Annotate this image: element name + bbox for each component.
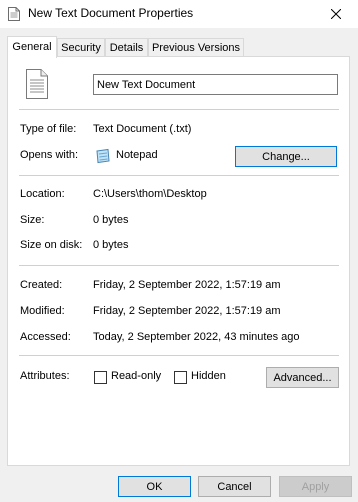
- close-button[interactable]: [314, 0, 358, 28]
- close-icon: [331, 9, 341, 19]
- text-file-icon: [26, 69, 48, 99]
- modified-value: Friday, 2 September 2022, 1:57:19 am: [93, 305, 281, 317]
- cancel-button[interactable]: Cancel: [198, 476, 271, 497]
- accessed-value: Today, 2 September 2022, 43 minutes ago: [93, 331, 300, 343]
- read-only-label[interactable]: Read-only: [111, 370, 161, 382]
- advanced-button[interactable]: Advanced...: [266, 367, 339, 388]
- tab-details[interactable]: Details: [105, 38, 148, 56]
- window-title: New Text Document Properties: [28, 6, 194, 20]
- modified-label: Modified:: [20, 305, 65, 317]
- separator: [19, 109, 339, 110]
- general-tab-panel: Type of file: Text Document (.txt) Opens…: [7, 56, 350, 466]
- change-button[interactable]: Change...: [235, 146, 337, 167]
- properties-dialog: New Text Document Properties General Sec…: [0, 0, 358, 502]
- size-label: Size:: [20, 214, 45, 226]
- apply-button[interactable]: Apply: [279, 476, 352, 497]
- separator: [19, 355, 339, 356]
- title-bar[interactable]: New Text Document Properties: [0, 0, 358, 28]
- hidden-label[interactable]: Hidden: [191, 370, 226, 382]
- separator: [19, 175, 339, 176]
- type-of-file-label: Type of file:: [20, 123, 77, 135]
- location-label: Location:: [20, 188, 65, 200]
- type-of-file-value: Text Document (.txt): [93, 123, 192, 135]
- size-on-disk-label: Size on disk:: [20, 239, 83, 251]
- tab-previous-versions[interactable]: Previous Versions: [148, 38, 244, 56]
- ok-button[interactable]: OK: [118, 476, 191, 497]
- size-value: 0 bytes: [93, 214, 129, 226]
- notepad-icon: [96, 148, 110, 164]
- file-name-input[interactable]: [93, 74, 338, 95]
- tab-general[interactable]: General: [7, 36, 57, 58]
- accessed-label: Accessed:: [20, 331, 71, 343]
- hidden-checkbox[interactable]: [174, 371, 187, 384]
- location-value: C:\Users\thom\Desktop: [93, 188, 207, 200]
- attributes-label: Attributes:: [20, 370, 70, 382]
- created-value: Friday, 2 September 2022, 1:57:19 am: [93, 279, 281, 291]
- separator: [19, 265, 339, 266]
- size-on-disk-value: 0 bytes: [93, 239, 129, 251]
- read-only-checkbox[interactable]: [94, 371, 107, 384]
- created-label: Created:: [20, 279, 63, 291]
- opens-with-label: Opens with:: [20, 149, 79, 161]
- tab-security[interactable]: Security: [57, 38, 105, 56]
- opens-with-value: Notepad: [116, 149, 158, 161]
- text-document-icon: [8, 7, 20, 21]
